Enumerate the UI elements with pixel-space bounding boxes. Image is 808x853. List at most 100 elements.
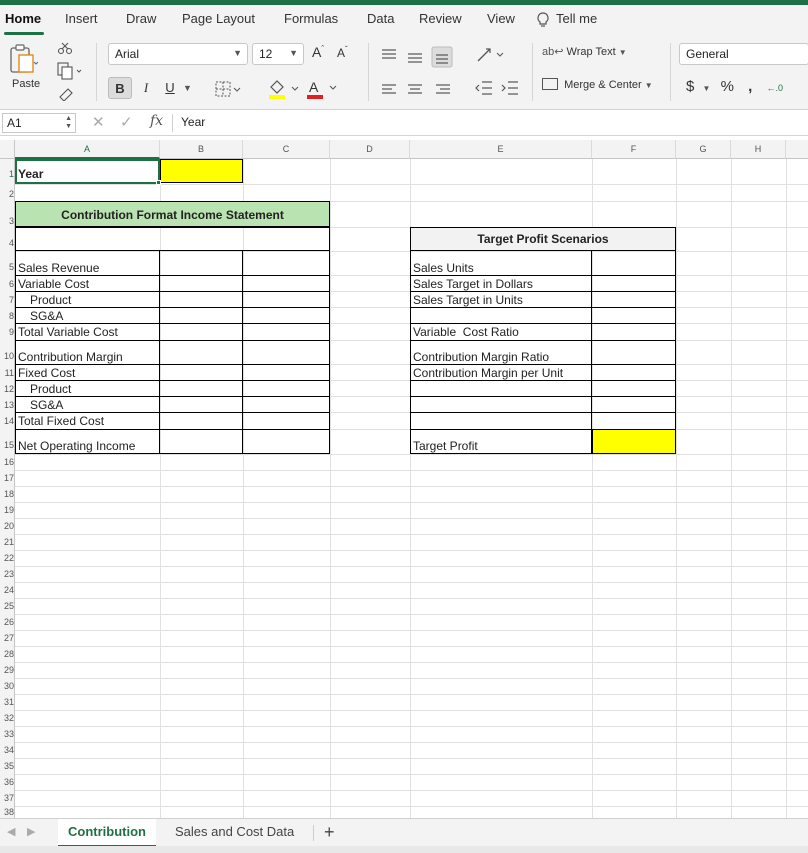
column-header-c[interactable]: C: [243, 140, 330, 159]
cell-sales-target-units[interactable]: Sales Target in Units: [413, 293, 523, 307]
row-header[interactable]: 8: [0, 307, 15, 323]
year-input-cell[interactable]: [160, 159, 243, 183]
row-header[interactable]: 3: [0, 201, 15, 227]
row-header[interactable]: 2: [0, 184, 15, 201]
row-header[interactable]: 22: [0, 550, 15, 566]
cell-sales-units[interactable]: Sales Units: [413, 261, 474, 275]
row-header[interactable]: 27: [0, 630, 15, 646]
row-header[interactable]: 12: [0, 380, 15, 396]
comma-format-button[interactable]: ,: [748, 78, 752, 95]
cancel-icon[interactable]: ✕: [92, 113, 105, 131]
row-header[interactable]: 23: [0, 566, 15, 582]
row-header[interactable]: 34: [0, 742, 15, 758]
row-header[interactable]: 38: [0, 806, 15, 818]
row-header[interactable]: 14: [0, 412, 15, 429]
row-header[interactable]: 15: [0, 429, 15, 454]
row-header[interactable]: 11: [0, 364, 15, 380]
cell-target-profit[interactable]: Target Profit: [413, 439, 478, 453]
row-header[interactable]: 24: [0, 582, 15, 598]
fill-handle[interactable]: [156, 180, 161, 185]
next-sheet-icon[interactable]: ▶: [27, 825, 35, 838]
bold-button[interactable]: B: [108, 77, 132, 99]
fill-color-icon[interactable]: [268, 79, 302, 99]
cell-sales-target-dollars[interactable]: Sales Target in Dollars: [413, 277, 533, 291]
statement-blank-row[interactable]: [15, 227, 330, 251]
tab-data[interactable]: Data: [367, 11, 394, 26]
column-header-d[interactable]: D: [330, 140, 410, 159]
row-header[interactable]: 18: [0, 486, 15, 502]
tell-me-search[interactable]: Tell me: [556, 11, 597, 26]
row-header[interactable]: 17: [0, 470, 15, 486]
select-all-corner[interactable]: [0, 140, 15, 159]
row-header[interactable]: 30: [0, 678, 15, 694]
font-size-select[interactable]: 12 ▼: [252, 43, 304, 65]
paste-icon[interactable]: [8, 44, 38, 76]
cell-total-variable-cost[interactable]: Total Variable Cost: [18, 325, 118, 339]
row-header[interactable]: 7: [0, 291, 15, 307]
percent-format-button[interactable]: %: [721, 78, 734, 95]
row-header[interactable]: 31: [0, 694, 15, 710]
row-header[interactable]: 6: [0, 275, 15, 291]
tab-insert[interactable]: Insert: [65, 11, 98, 26]
tab-draw[interactable]: Draw: [126, 11, 156, 26]
row-header[interactable]: 35: [0, 758, 15, 774]
formula-input[interactable]: Year: [181, 115, 205, 129]
cell-variable-sga[interactable]: SG&A: [30, 309, 63, 323]
row-header[interactable]: 5: [0, 251, 15, 275]
sheet-tab-contribution[interactable]: Contribution: [58, 819, 156, 847]
name-box[interactable]: A1 ▲ ▼: [2, 113, 76, 133]
row-header[interactable]: 20: [0, 518, 15, 534]
chevron-down-icon[interactable]: ▼: [703, 84, 711, 93]
column-header-h[interactable]: H: [731, 140, 786, 159]
cell-total-fixed-cost[interactable]: Total Fixed Cost: [18, 414, 104, 428]
row-header[interactable]: 29: [0, 662, 15, 678]
clipboard-tools-icon[interactable]: [52, 41, 82, 101]
tab-review[interactable]: Review: [419, 11, 462, 26]
row-header[interactable]: 33: [0, 726, 15, 742]
add-sheet-button[interactable]: +: [324, 822, 335, 843]
cell-contribution-margin[interactable]: Contribution Margin: [18, 350, 123, 364]
row-header[interactable]: 10: [0, 340, 15, 364]
column-header-b[interactable]: B: [160, 140, 243, 159]
function-icon[interactable]: fx: [150, 113, 163, 129]
borders-icon[interactable]: [215, 81, 241, 97]
column-header-g[interactable]: G: [676, 140, 731, 159]
row-header[interactable]: 36: [0, 774, 15, 790]
prev-sheet-icon[interactable]: ◀: [7, 825, 15, 838]
wrap-text-button[interactable]: ab↩ Wrap Text ▼: [542, 45, 627, 58]
tab-page-layout[interactable]: Page Layout: [182, 11, 255, 26]
updown-icon[interactable]: ▲ ▼: [65, 115, 72, 131]
alignment-icons[interactable]: [380, 45, 456, 99]
font-name-select[interactable]: Arial ▼: [108, 43, 248, 65]
row-header[interactable]: 1: [0, 159, 15, 184]
tps-title-cell[interactable]: Target Profit Scenarios: [410, 227, 676, 251]
row-header[interactable]: 25: [0, 598, 15, 614]
indent-icons[interactable]: [474, 79, 522, 97]
cell-sales-revenue[interactable]: Sales Revenue: [18, 261, 99, 275]
chevron-down-icon[interactable]: ▼: [183, 83, 192, 93]
cell-fixed-product[interactable]: Product: [30, 382, 71, 396]
row-header[interactable]: 19: [0, 502, 15, 518]
sheet-tab-sales-and-cost-data[interactable]: Sales and Cost Data: [165, 819, 304, 847]
row-header[interactable]: 4: [0, 227, 15, 251]
row-header[interactable]: 28: [0, 646, 15, 662]
enter-icon[interactable]: ✓: [120, 113, 133, 131]
decrease-font-icon[interactable]: Aˇ: [337, 45, 348, 60]
tab-formulas[interactable]: Formulas: [284, 11, 338, 26]
row-header[interactable]: 21: [0, 534, 15, 550]
cell-cm-ratio[interactable]: Contribution Margin Ratio: [413, 350, 549, 364]
row-header[interactable]: 26: [0, 614, 15, 630]
row-header[interactable]: 37: [0, 790, 15, 806]
cell-fixed-cost[interactable]: Fixed Cost: [18, 366, 75, 380]
tab-view[interactable]: View: [487, 11, 515, 26]
row-header[interactable]: 9: [0, 323, 15, 340]
column-header-a[interactable]: A: [15, 140, 160, 159]
tab-home[interactable]: Home: [5, 11, 41, 26]
font-color-icon[interactable]: A: [306, 78, 340, 99]
italic-button[interactable]: I: [138, 77, 154, 99]
cell-variable-cost[interactable]: Variable Cost: [18, 277, 89, 291]
number-format-select[interactable]: General: [679, 43, 808, 65]
underline-button[interactable]: U: [162, 77, 178, 99]
row-header[interactable]: 16: [0, 454, 15, 470]
row-header[interactable]: 13: [0, 396, 15, 412]
